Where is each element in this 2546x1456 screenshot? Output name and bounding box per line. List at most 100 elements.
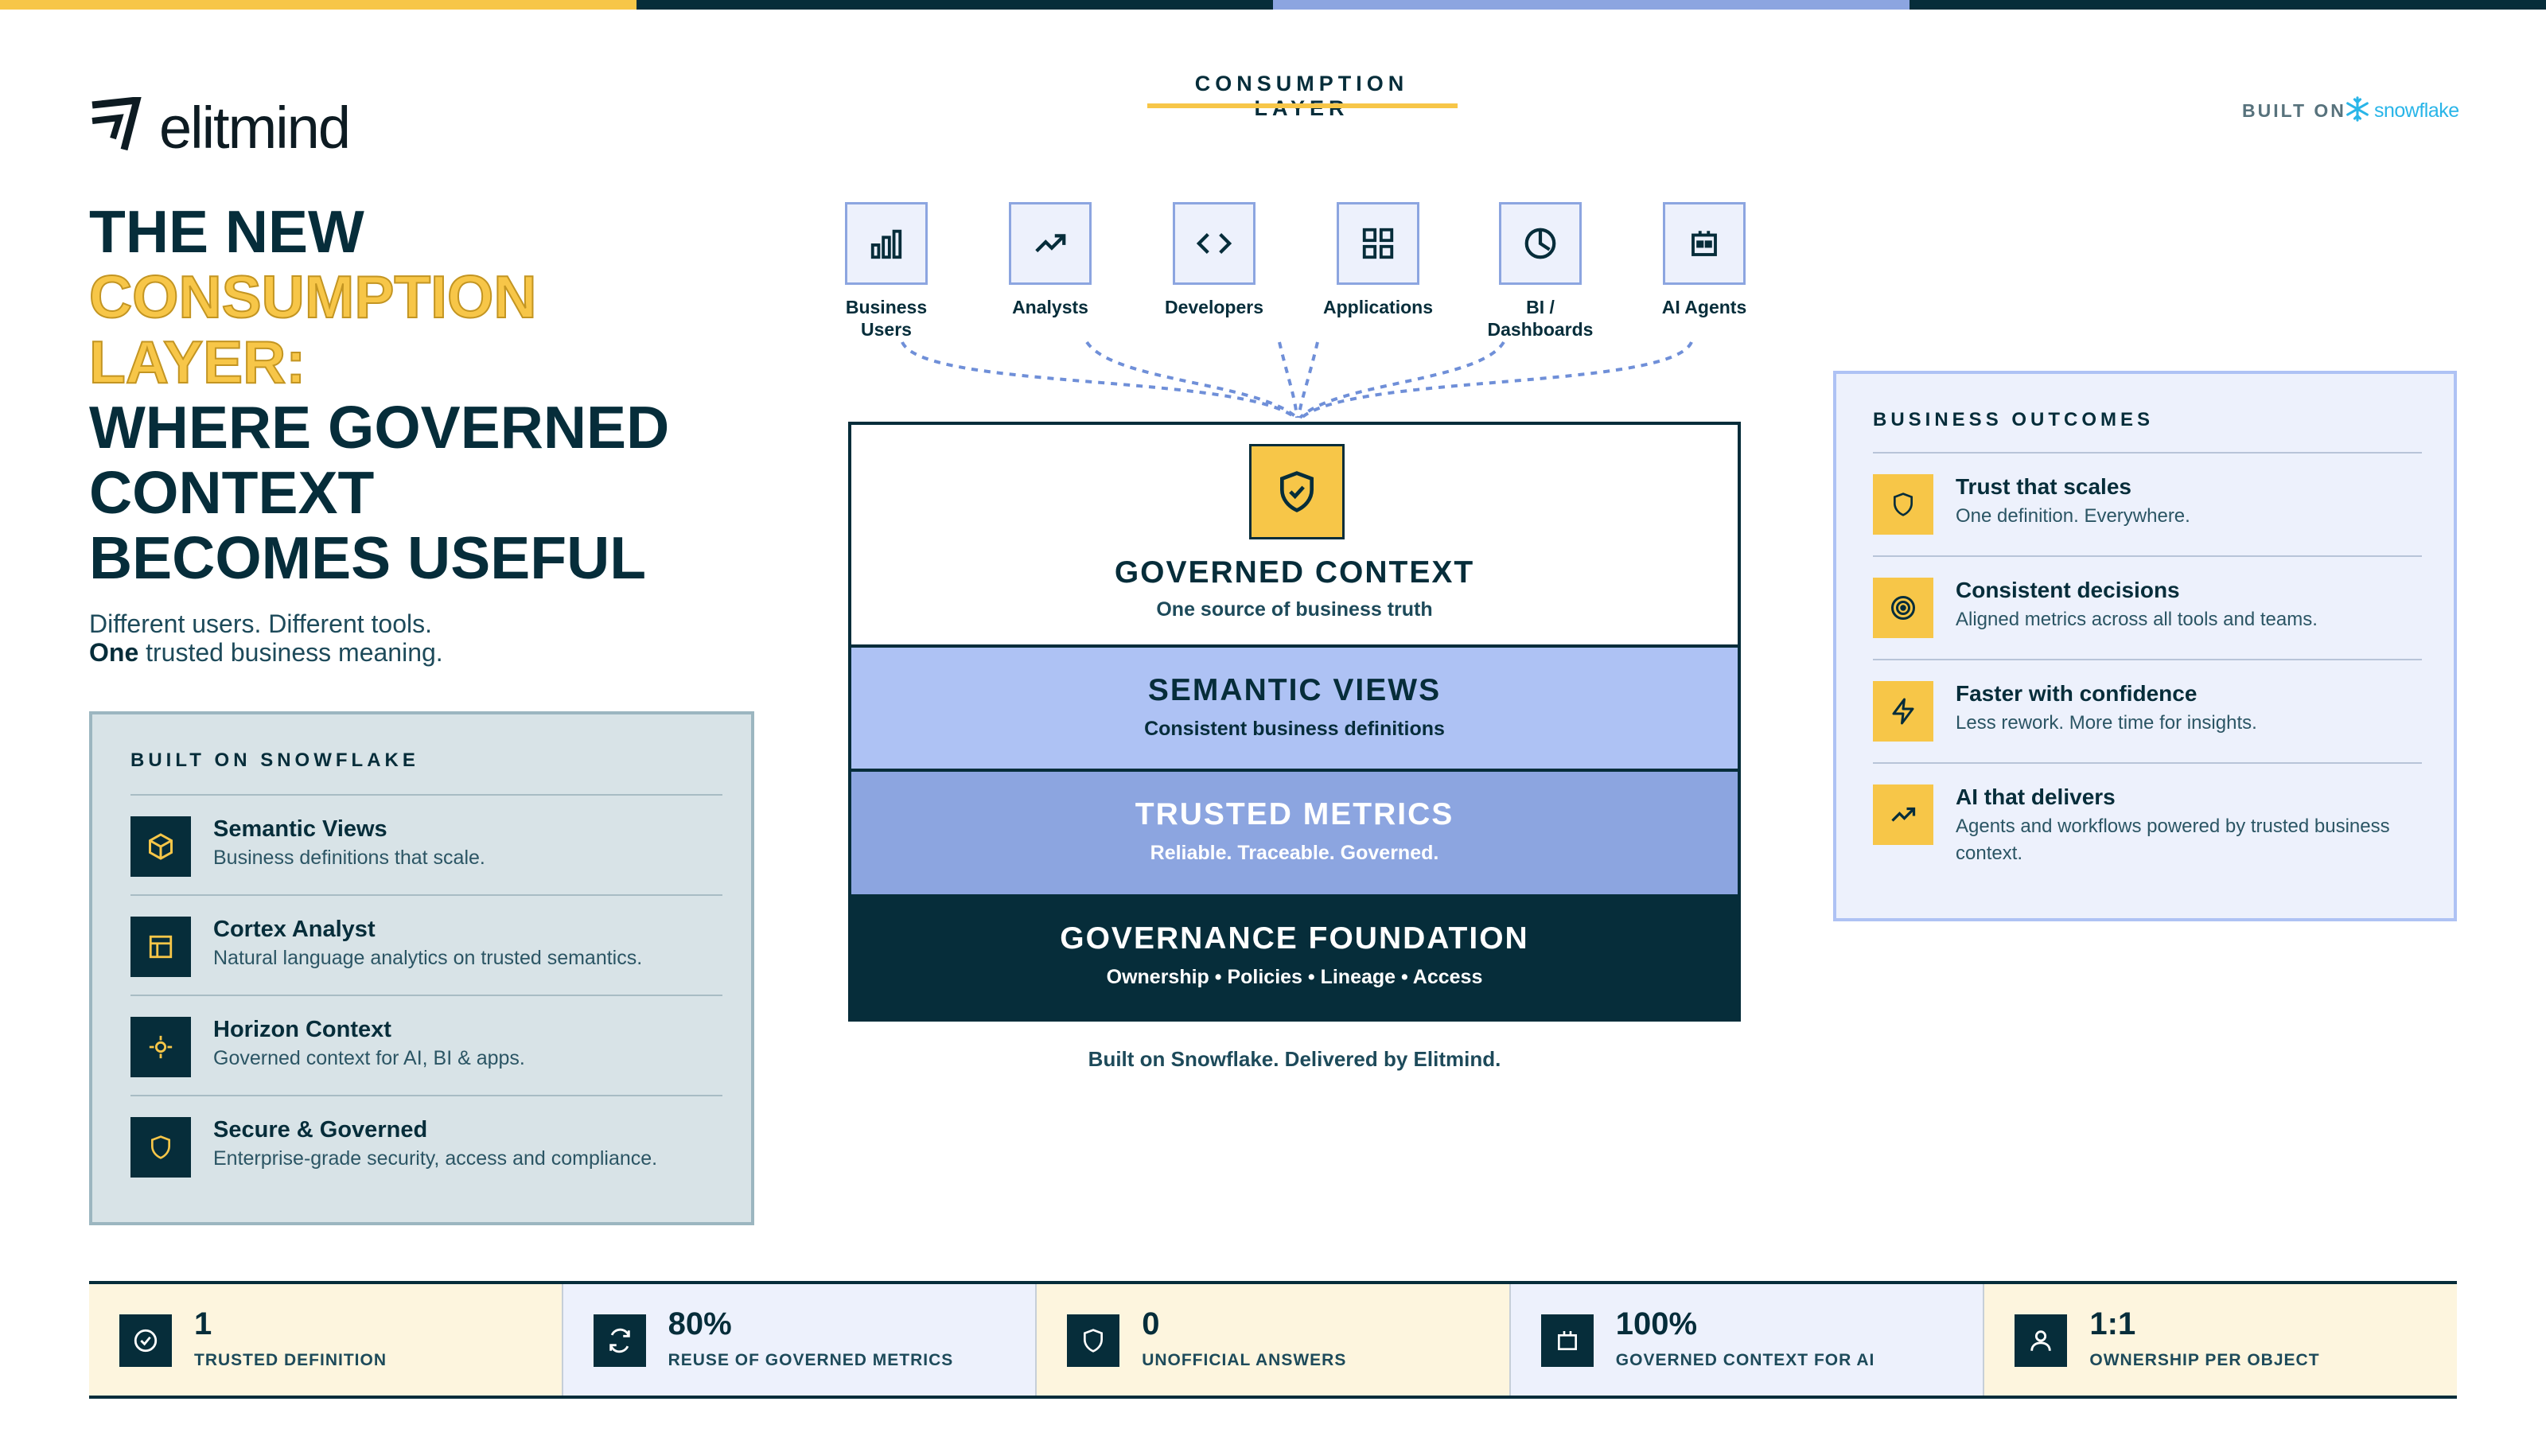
stat-value: 0 xyxy=(1142,1306,1160,1341)
refresh-icon xyxy=(593,1314,646,1367)
stat-governed-context-ai: 100% GOVERNED CONTEXT FOR AI xyxy=(1510,1284,1985,1396)
feature-row-secure-governed: Secure & Governed Enterprise-grade secur… xyxy=(130,1095,722,1197)
stat-value: 100% xyxy=(1615,1306,1698,1341)
layout-icon xyxy=(130,917,191,977)
user-label: AI Agents xyxy=(1661,297,1747,317)
cube-icon xyxy=(130,816,191,877)
top-bar-segment-navy xyxy=(636,0,1273,10)
feature-title: Semantic Views xyxy=(213,816,387,842)
check-circle-icon xyxy=(119,1314,172,1367)
snowflake-icon xyxy=(2344,95,2371,127)
consumption-layer-heading: CONSUMPTION LAYER xyxy=(1194,72,1409,120)
robot-icon xyxy=(1540,1314,1594,1367)
stat-label: UNOFFICIAL ANSWERS xyxy=(1142,1351,1347,1369)
stats-bar: 1 TRUSTED DEFINITION 80% REUSE OF GOVERN… xyxy=(89,1281,2457,1399)
outcome-desc: Aligned metrics across all tools and tea… xyxy=(1956,609,2318,630)
foundation-title: GOVERNANCE FOUNDATION xyxy=(1060,921,1529,956)
headline-line-2: WHERE GOVERNED xyxy=(89,394,670,461)
built-on-snowflake-panel: BUILT ON SNOWFLAKE Semantic Views Busine… xyxy=(89,711,754,1225)
shield-icon xyxy=(1067,1314,1120,1367)
shield-icon xyxy=(130,1117,191,1178)
headline-line-1: THE NEW xyxy=(89,198,364,265)
top-bar-segment-navy-2 xyxy=(1910,0,2546,10)
feature-desc: Governed context for AI, BI & apps. xyxy=(213,1047,525,1069)
outcome-title: AI that delivers xyxy=(1956,784,2116,809)
robot-icon xyxy=(1663,202,1746,285)
outcome-desc: Less rework. More time for insights. xyxy=(1956,712,2257,734)
stat-label: GOVERNED CONTEXT FOR AI xyxy=(1615,1351,1875,1369)
subheadline-line-1: Different users. Different tools. xyxy=(89,609,433,638)
layer-stack: GOVERNED CONTEXT One source of business … xyxy=(848,422,1741,1022)
stat-label: OWNERSHIP PER OBJECT xyxy=(2089,1351,2320,1369)
outcome-ai: AI that delivers Agents and workflows po… xyxy=(1873,762,2422,867)
foundation-sub: Ownership • Policies • Lineage • Access xyxy=(1106,966,1483,988)
bar-chart-icon xyxy=(845,202,928,285)
elitmind-logo-mark-icon xyxy=(89,95,146,158)
governance-foundation-layer: GOVERNANCE FOUNDATION Ownership • Polici… xyxy=(851,894,1738,1018)
elitmind-logo: elitmind xyxy=(89,94,351,162)
trusted-metrics-title: TRUSTED METRICS xyxy=(1135,797,1454,831)
user-bi-dashboards: BI / Dashboards xyxy=(1469,202,1612,341)
snowflake-logo: snowflake xyxy=(2344,95,2459,127)
connector-lines xyxy=(901,341,1693,419)
snowflake-text: snowflake xyxy=(2374,99,2459,122)
headline-line-3: CONTEXT xyxy=(89,459,375,526)
headline-accent-2: LAYER: xyxy=(88,329,306,395)
target-crosshair-icon xyxy=(130,1017,191,1077)
business-outcomes-panel: BUSINESS OUTCOMES Trust that scales One … xyxy=(1833,371,2457,921)
governed-context-sub: One source of business truth xyxy=(1156,598,1433,621)
feature-title: Cortex Analyst xyxy=(213,917,376,942)
grid-icon xyxy=(1337,202,1419,285)
stat-label: TRUSTED DEFINITION xyxy=(194,1351,387,1369)
target-icon xyxy=(1873,578,1933,638)
semantic-views-title: SEMANTIC VIEWS xyxy=(1147,673,1442,707)
stat-reuse: 80% REUSE OF GOVERNED METRICS xyxy=(563,1284,1037,1396)
stat-trusted-definition: 1 TRUSTED DEFINITION xyxy=(89,1284,563,1396)
user-label: Developers xyxy=(1164,297,1263,317)
trend-up-icon xyxy=(1009,202,1092,285)
feature-desc: Business definitions that scale. xyxy=(213,847,485,869)
logo-text: elitmind xyxy=(159,95,351,161)
feature-desc: Natural language analytics on trusted se… xyxy=(213,947,643,969)
trend-up-icon xyxy=(1873,784,1933,845)
user-developers: Developers xyxy=(1143,202,1286,318)
clock-pie-icon xyxy=(1499,202,1582,285)
governed-context-title: GOVERNED CONTEXT xyxy=(1114,555,1475,590)
code-icon xyxy=(1173,202,1255,285)
outcome-title: Faster with confidence xyxy=(1956,681,2198,706)
feature-row-semantic-views: Semantic Views Business definitions that… xyxy=(130,794,722,896)
outcome-consistent: Consistent decisions Aligned metrics acr… xyxy=(1873,555,2422,660)
top-bar-segment-periwinkle xyxy=(1273,0,1910,10)
semantic-views-layer: SEMANTIC VIEWS Consistent business defin… xyxy=(851,648,1738,772)
stat-ownership: 1:1 OWNERSHIP PER OBJECT xyxy=(1984,1284,2457,1396)
subheadline-line-2: One trusted business meaning. xyxy=(89,638,443,668)
governed-context-layer: GOVERNED CONTEXT One source of business … xyxy=(851,425,1738,648)
feature-row-horizon-context: Horizon Context Governed context for AI,… xyxy=(130,995,722,1096)
top-accent-bar xyxy=(0,0,2546,10)
trusted-metrics-layer: TRUSTED METRICS Reliable. Traceable. Gov… xyxy=(851,772,1738,894)
lightning-icon xyxy=(1873,681,1933,742)
shield-icon xyxy=(1873,474,1933,535)
user-analysts: Analysts xyxy=(979,202,1122,318)
trusted-metrics-sub: Reliable. Traceable. Governed. xyxy=(1150,842,1439,864)
subheadline-rest: trusted business meaning. xyxy=(138,638,443,667)
outcome-faster: Faster with confidence Less rework. More… xyxy=(1873,659,2422,764)
feature-title: Secure & Governed xyxy=(213,1117,428,1143)
outcome-desc: One definition. Everywhere. xyxy=(1956,505,2190,527)
headline-line-4: BECOMES USEFUL xyxy=(89,524,647,591)
stat-value: 80% xyxy=(668,1306,732,1341)
shield-check-icon xyxy=(1249,444,1345,539)
heading-underline xyxy=(1147,103,1458,108)
built-on-label: BUILT ON xyxy=(2242,100,2346,121)
user-label: Analysts xyxy=(1012,297,1088,317)
stack-tagline: Built on Snowflake. Delivered by Elitmin… xyxy=(1088,1047,1501,1071)
user-ai-agents: AI Agents xyxy=(1633,202,1776,318)
feature-desc: Enterprise-grade security, access and co… xyxy=(213,1147,658,1170)
user-business-users: Business Users xyxy=(815,202,958,341)
headline-accent-1: CONSUMPTION xyxy=(88,263,538,330)
top-bar-segment-yellow xyxy=(0,0,636,10)
outcome-trust: Trust that scales One definition. Everyw… xyxy=(1873,452,2422,557)
outcome-title: Consistent decisions xyxy=(1956,578,2180,602)
panel-title: BUILT ON SNOWFLAKE xyxy=(130,749,419,771)
semantic-views-sub: Consistent business definitions xyxy=(1144,718,1445,740)
